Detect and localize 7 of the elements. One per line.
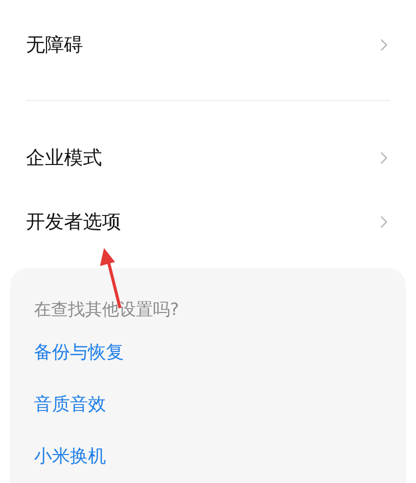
settings-item[interactable]: 企业模式	[0, 126, 416, 190]
settings-item[interactable]: 无障碍	[0, 13, 416, 77]
settings-item[interactable]: 开发者选项	[0, 190, 416, 254]
suggestion-title: 在查找其他设置吗?	[34, 299, 180, 322]
suggestion-link[interactable]: 备份与恢复	[34, 341, 124, 365]
suggestion-link[interactable]: 小米换机	[34, 445, 106, 469]
suggestion-link[interactable]: 音质音效	[34, 393, 106, 417]
